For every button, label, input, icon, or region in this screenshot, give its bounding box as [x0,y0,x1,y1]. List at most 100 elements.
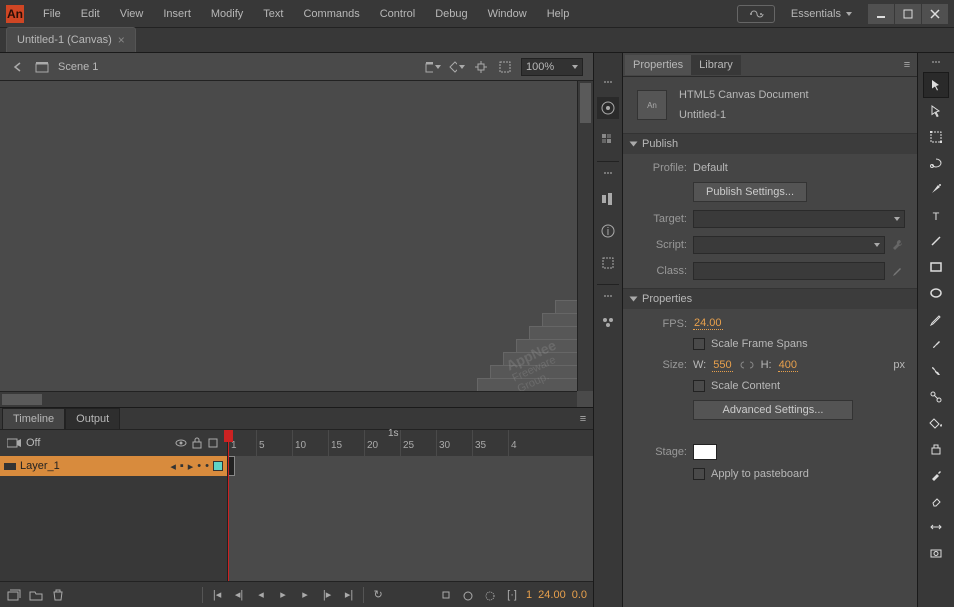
brush-tool[interactable] [924,333,948,357]
menu-commands[interactable]: Commands [294,4,368,24]
horizontal-scrollbar[interactable] [0,391,577,407]
menu-control[interactable]: Control [371,4,424,24]
track-playhead[interactable] [228,456,229,581]
outline-icon[interactable] [205,435,221,451]
color-panel-icon[interactable] [597,129,619,151]
bone-tool[interactable] [924,385,948,409]
oval-tool[interactable] [924,281,948,305]
prev-frame-button[interactable]: ◂| [231,587,247,603]
menu-insert[interactable]: Insert [154,4,200,24]
workspace-dropdown[interactable]: Essentials [785,5,858,23]
pencil-tool[interactable] [924,307,948,331]
maximize-button[interactable] [895,4,921,24]
paint-brush-tool[interactable] [924,359,948,383]
scale-spans-checkbox[interactable] [693,338,705,350]
layer-name[interactable]: Layer_1 [20,460,166,472]
close-button[interactable] [922,4,948,24]
timeline-ruler[interactable]: 1s 1 5 10 15 20 25 30 35 4 [228,430,593,456]
height-value[interactable]: 400 [778,359,798,372]
text-tool[interactable]: T [924,203,948,227]
line-tool[interactable] [924,229,948,253]
step-back-button[interactable]: ◂ [253,587,269,603]
layer-next-icon[interactable]: ▸ [188,460,194,473]
play-button[interactable]: ▸ [275,587,291,603]
panel-grip[interactable] [597,295,619,301]
eyedropper-tool[interactable] [924,463,948,487]
layer-row[interactable]: Layer_1 ◂ ▪ ▸ • • [0,456,227,476]
menu-text[interactable]: Text [254,4,292,24]
layer-square-icon[interactable]: ▪ [180,460,184,472]
free-transform-tool[interactable] [924,125,948,149]
fps-value[interactable]: 24.00 [693,317,723,330]
loop-button[interactable]: ↻ [370,587,386,603]
tab-output[interactable]: Output [65,408,120,430]
edit-frames-button[interactable]: [·] [504,587,520,603]
panel-menu-icon[interactable]: ≡ [575,411,591,427]
link-wh-icon[interactable] [739,358,755,372]
layer-outline-swatch[interactable] [213,461,223,471]
panel-grip[interactable] [597,172,619,178]
keyframe[interactable] [228,456,235,476]
components-panel-icon[interactable] [597,311,619,333]
width-value[interactable]: 550 [712,359,732,372]
width-tool[interactable] [924,515,948,539]
publish-section-header[interactable]: Publish [623,134,917,154]
document-tab[interactable]: Untitled-1 (Canvas) × [6,27,136,52]
panel-menu-icon[interactable]: ≡ [899,57,915,73]
panel-grip[interactable] [597,81,619,87]
minimize-button[interactable] [868,4,894,24]
new-folder-button[interactable] [28,587,44,603]
stage-color-swatch[interactable] [693,444,717,460]
timeline-track[interactable] [228,456,593,581]
camera-tool[interactable] [924,541,948,565]
playhead[interactable] [228,430,229,456]
stage-canvas[interactable]: AppNee Freeware Group. [0,81,593,407]
eraser-tool[interactable] [924,489,948,513]
zoom-dropdown[interactable]: 100% [521,58,583,76]
menu-modify[interactable]: Modify [202,4,252,24]
tab-properties[interactable]: Properties [625,55,691,75]
vertical-scrollbar[interactable] [577,81,593,391]
edit-symbol-button[interactable] [449,59,465,75]
pasteboard-checkbox[interactable] [693,468,705,480]
scale-content-checkbox[interactable] [693,380,705,392]
fps-display[interactable]: 24.00 [538,589,566,601]
menu-help[interactable]: Help [538,4,579,24]
menu-window[interactable]: Window [479,4,536,24]
subselection-tool[interactable] [924,99,948,123]
last-frame-button[interactable]: ▸| [341,587,357,603]
new-layer-button[interactable] [6,587,22,603]
visibility-icon[interactable] [173,435,189,451]
rectangle-tool[interactable] [924,255,948,279]
center-stage-button[interactable] [473,59,489,75]
menu-view[interactable]: View [111,4,153,24]
tab-timeline[interactable]: Timeline [2,408,65,430]
tab-library[interactable]: Library [691,55,741,75]
selection-tool[interactable] [924,73,948,97]
delete-layer-button[interactable] [50,587,66,603]
transform-panel-icon[interactable] [597,252,619,274]
first-frame-button[interactable]: |◂ [209,587,225,603]
properties-section-header[interactable]: Properties [623,289,917,309]
layer-visible-dot[interactable]: • [197,460,201,472]
ink-bottle-tool[interactable] [924,437,948,461]
publish-settings-button[interactable]: Publish Settings... [693,182,807,202]
clip-stage-button[interactable] [497,59,513,75]
layer-prev-icon[interactable]: ◂ [170,460,176,473]
onion-outline-button[interactable] [482,587,498,603]
lasso-tool[interactable] [924,151,948,175]
align-panel-icon[interactable] [597,188,619,210]
menu-debug[interactable]: Debug [426,4,476,24]
menu-file[interactable]: File [34,4,70,24]
center-frame-button[interactable] [438,587,454,603]
swatches-panel-icon[interactable] [597,97,619,119]
panel-grip[interactable] [925,61,947,67]
edit-scene-button[interactable] [425,59,441,75]
sync-button[interactable] [737,5,775,23]
info-panel-icon[interactable]: i [597,220,619,242]
current-frame[interactable]: 1 [526,589,532,601]
close-tab-icon[interactable]: × [118,33,125,47]
scene-icon[interactable] [34,59,50,75]
onion-skin-button[interactable] [460,587,476,603]
advanced-settings-button[interactable]: Advanced Settings... [693,400,853,420]
